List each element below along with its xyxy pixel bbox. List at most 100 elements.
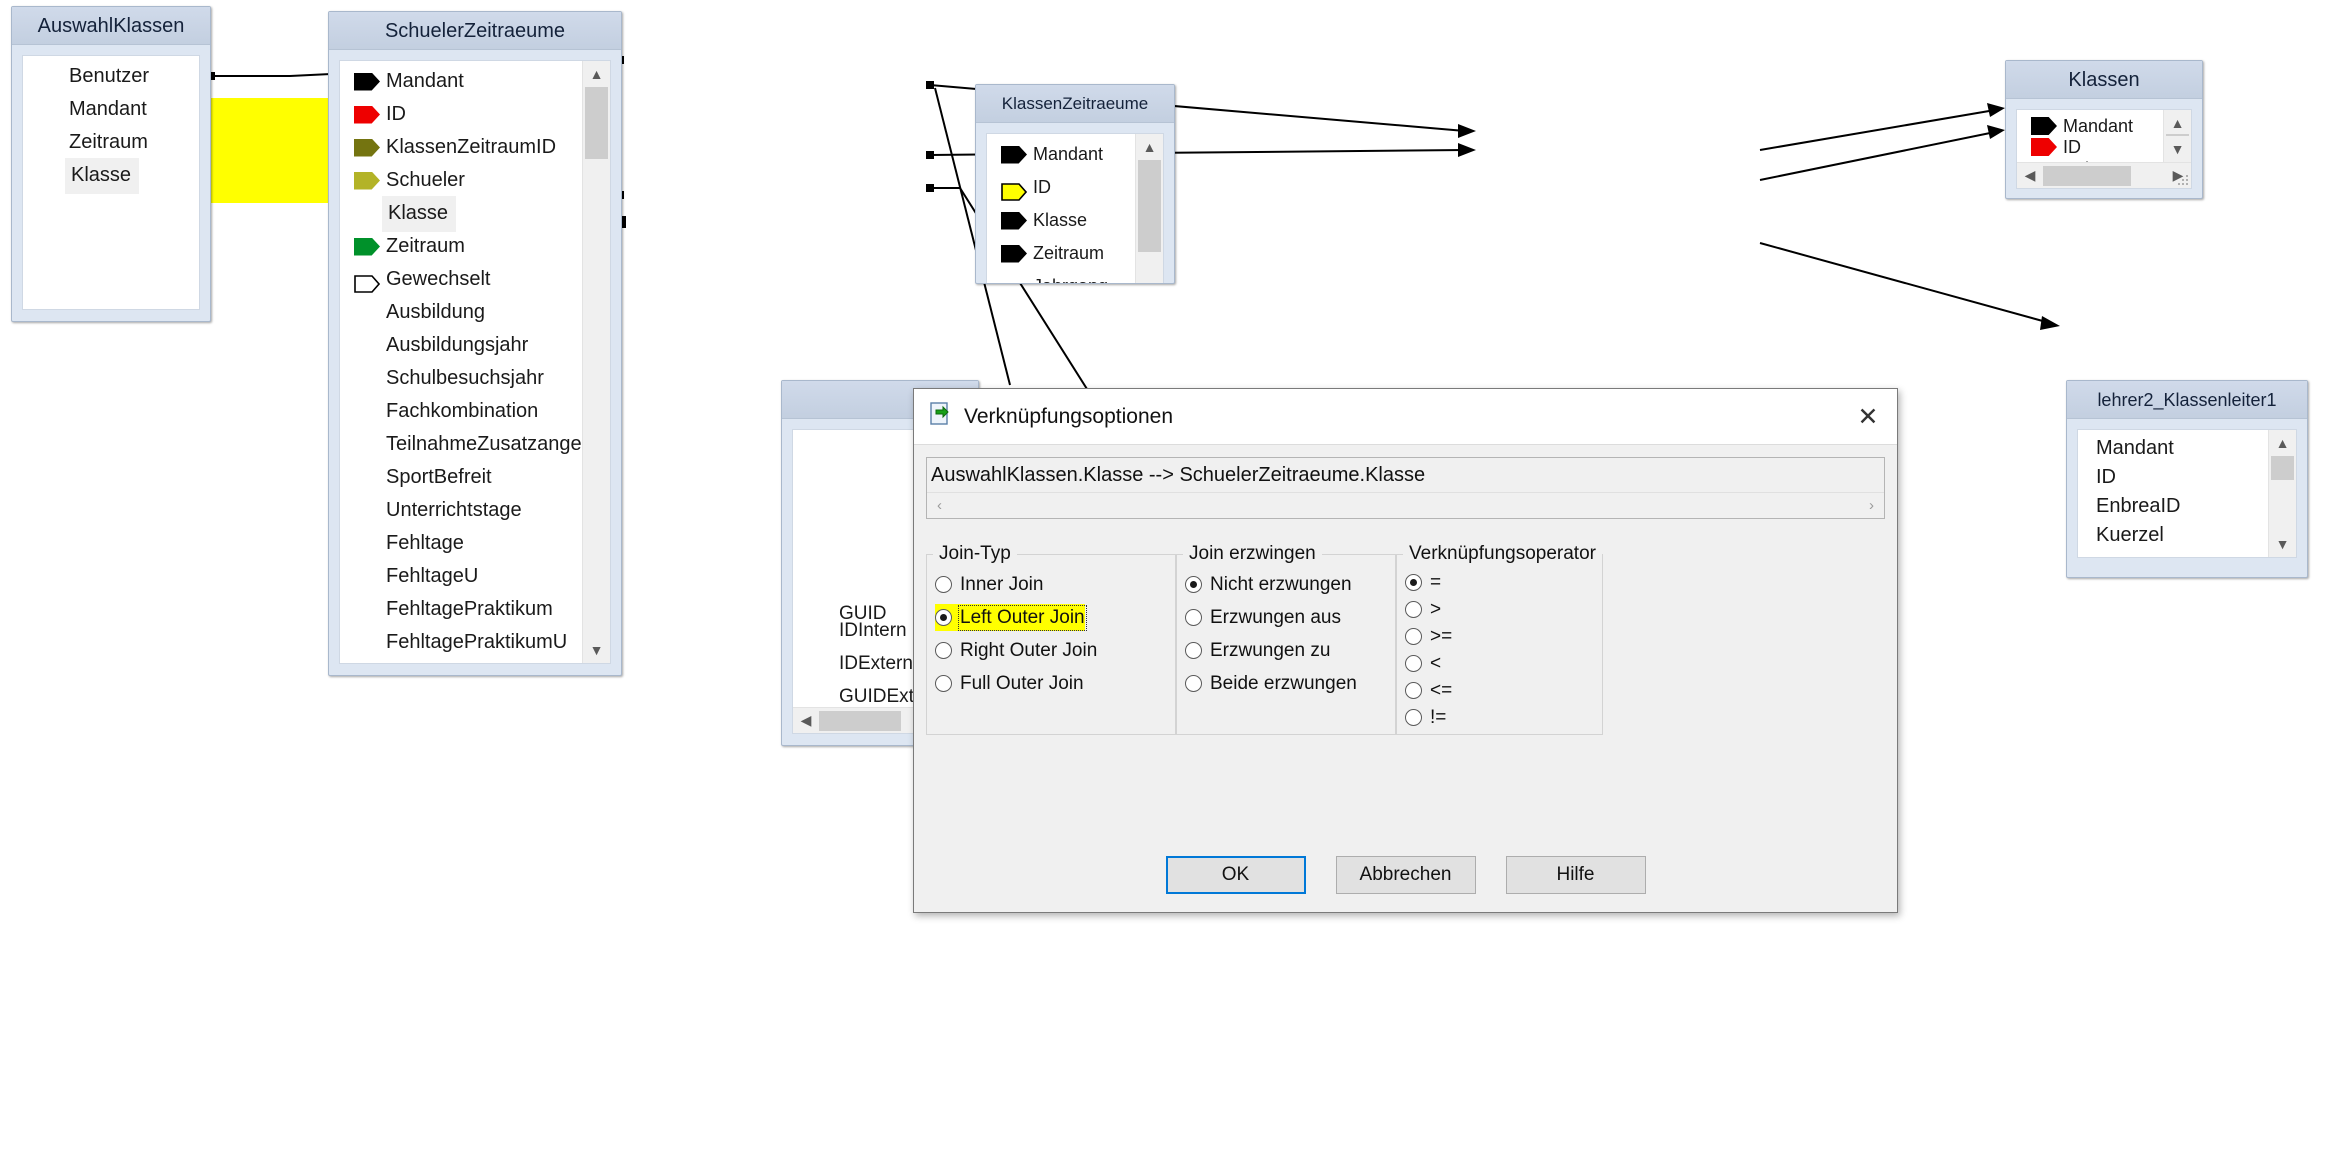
field-row[interactable]: ID bbox=[2017, 136, 2163, 158]
field-row-selected[interactable]: Klasse bbox=[340, 195, 582, 232]
field-label: Zeitraum bbox=[69, 131, 148, 153]
radio-inner-join[interactable]: Inner Join bbox=[935, 571, 1043, 598]
scroll-down-icon[interactable]: ▼ bbox=[2164, 136, 2191, 162]
field-row[interactable]: Kuerzel bbox=[2078, 521, 2268, 550]
table-title: Klassen bbox=[2006, 61, 2202, 99]
key-red-icon bbox=[2031, 138, 2057, 156]
expression-scrollbar[interactable]: ‹ › bbox=[927, 492, 1884, 518]
query-designer-canvas: AuswahlKlassen Benutzer Mandant Zeitraum… bbox=[0, 0, 2342, 1153]
field-list[interactable]: Mandant ID KlassenZeitraumID Schueler Kl… bbox=[340, 61, 582, 663]
radio-op-le[interactable]: <= bbox=[1405, 677, 1452, 704]
field-row[interactable]: FehltageU bbox=[340, 560, 582, 593]
field-label: Gewechselt bbox=[386, 268, 491, 290]
scrollbar-track[interactable] bbox=[2043, 163, 2165, 189]
scrollbar-thumb[interactable] bbox=[819, 710, 901, 731]
scrollbar-thumb[interactable] bbox=[585, 87, 608, 159]
field-row[interactable]: Gewechselt bbox=[340, 263, 582, 296]
join-expression-panel[interactable]: AuswahlKlassen.Klasse --> SchuelerZeitra… bbox=[926, 457, 1885, 519]
field-row[interactable]: Mandant bbox=[340, 65, 582, 98]
scroll-left-icon[interactable]: ◀ bbox=[2017, 163, 2043, 189]
radio-op-ne[interactable]: != bbox=[1405, 704, 1446, 731]
field-row[interactable]: Fehltage bbox=[340, 527, 582, 560]
field-list[interactable]: Mandant ID Klasse Zeitraum Jahrgang Klas… bbox=[987, 134, 1135, 283]
scroll-up-icon[interactable]: ▲ bbox=[1136, 134, 1163, 160]
scroll-down-icon[interactable]: ▼ bbox=[583, 637, 610, 663]
scroll-up-icon[interactable]: ▲ bbox=[583, 61, 610, 87]
field-row[interactable]: SportBefreit bbox=[340, 461, 582, 494]
table-window-lehrer2[interactable]: lehrer2_Klassenleiter1 Mandant ID Enbrea… bbox=[2066, 380, 2308, 578]
field-row-selected[interactable]: Klasse bbox=[23, 157, 199, 194]
field-row[interactable]: Fehlstunden bbox=[340, 659, 582, 663]
scrollbar-thumb[interactable] bbox=[2043, 165, 2131, 186]
field-row[interactable]: Mandant bbox=[23, 93, 199, 126]
field-row[interactable]: Mandant bbox=[987, 138, 1135, 171]
vertical-scrollbar[interactable]: ▲ ▼ bbox=[2163, 110, 2191, 162]
field-row[interactable]: Klasse bbox=[987, 204, 1135, 237]
radio-erzwungen-zu[interactable]: Erzwungen zu bbox=[1185, 637, 1330, 664]
radio-full-outer-join[interactable]: Full Outer Join bbox=[935, 670, 1084, 697]
field-row[interactable]: EnbreaID bbox=[2078, 492, 2268, 521]
radio-op-ge[interactable]: >= bbox=[1405, 623, 1452, 650]
field-list[interactable]: Mandant ID EnbreaID Kuerzel bbox=[2078, 430, 2268, 557]
table-window-klassenzeitraeume[interactable]: KlassenZeitraeume Mandant ID Klasse Zeit… bbox=[975, 84, 1175, 284]
radio-label: Left Outer Join bbox=[958, 604, 1087, 631]
radio-nicht-erzwungen[interactable]: Nicht erzwungen bbox=[1185, 571, 1352, 598]
close-icon[interactable]: ✕ bbox=[1845, 397, 1891, 437]
scroll-right-icon[interactable]: › bbox=[1859, 497, 1884, 514]
field-row[interactable]: Jahrgang bbox=[987, 270, 1135, 283]
field-row[interactable]: Ausbildungsjahr bbox=[340, 329, 582, 362]
cancel-button[interactable]: Abbrechen bbox=[1335, 856, 1476, 894]
radio-op-gt[interactable]: > bbox=[1405, 596, 1441, 623]
table-window-klassen[interactable]: Klassen Mandant ID EnbreaID ▲ ▼ ◀ ▶ bbox=[2005, 60, 2203, 199]
field-row[interactable]: ID bbox=[987, 171, 1135, 204]
field-row[interactable]: Mandant bbox=[2078, 434, 2268, 463]
field-row[interactable]: FehltagePraktikumU bbox=[340, 626, 582, 659]
field-row[interactable]: Zeitraum bbox=[23, 126, 199, 159]
vertical-scrollbar[interactable]: ▲ ▼ bbox=[582, 61, 610, 663]
radio-erzwungen-aus[interactable]: Erzwungen aus bbox=[1185, 604, 1341, 631]
horizontal-scrollbar[interactable]: ◀ ▶ bbox=[2017, 162, 2191, 188]
field-label: Benutzer bbox=[69, 65, 150, 87]
radio-op-eq[interactable]: = bbox=[1405, 569, 1441, 596]
field-row[interactable]: FehltagePraktikum bbox=[340, 593, 582, 626]
radio-right-outer-join[interactable]: Right Outer Join bbox=[935, 637, 1097, 664]
scroll-left-icon[interactable]: ‹ bbox=[927, 497, 952, 514]
resize-grip-icon[interactable] bbox=[2177, 174, 2189, 186]
radio-op-lt[interactable]: < bbox=[1405, 650, 1441, 677]
field-row[interactable]: Benutzer bbox=[23, 60, 199, 93]
scroll-up-icon[interactable]: ▲ bbox=[2164, 110, 2191, 136]
vertical-scrollbar[interactable]: ▲ ▼ bbox=[2268, 430, 2296, 557]
field-row[interactable]: Ausbildung bbox=[340, 296, 582, 329]
radio-beide-erzwungen[interactable]: Beide erzwungen bbox=[1185, 670, 1357, 697]
scroll-left-icon[interactable]: ◀ bbox=[793, 708, 819, 734]
field-row[interactable]: Mandant bbox=[2017, 114, 2163, 136]
table-window-auswahlklassen[interactable]: AuswahlKlassen Benutzer Mandant Zeitraum… bbox=[11, 6, 211, 322]
scroll-down-icon[interactable]: ▼ bbox=[2269, 531, 2296, 557]
field-row[interactable]: ID bbox=[340, 98, 582, 131]
field-list[interactable]: Benutzer Mandant Zeitraum Klasse bbox=[23, 56, 199, 309]
radio-left-outer-join[interactable]: Left Outer Join bbox=[935, 604, 1087, 631]
field-row[interactable]: KlassenZeitraumID bbox=[340, 131, 582, 164]
help-button[interactable]: Hilfe bbox=[1505, 856, 1646, 894]
group-join-type: Join-Typ Inner Join Left Outer Join Righ… bbox=[926, 543, 1176, 735]
field-row[interactable]: Unterrichtstage bbox=[340, 494, 582, 527]
field-row[interactable]: TeilnahmeZusatzangebot bbox=[340, 428, 582, 461]
table-window-schuelerzeitraeume[interactable]: SchuelerZeitraeume Mandant ID KlassenZei… bbox=[328, 11, 622, 676]
scrollbar-thumb[interactable] bbox=[2271, 456, 2294, 480]
field-row[interactable]: Schueler bbox=[340, 164, 582, 197]
field-row[interactable]: ID bbox=[2078, 463, 2268, 492]
vertical-scrollbar[interactable]: ▲ bbox=[1135, 134, 1163, 283]
field-row[interactable]: Fachkombination bbox=[340, 395, 582, 428]
field-row[interactable]: Zeitraum bbox=[340, 230, 582, 263]
table-field-area: Mandant ID Klasse Zeitraum Jahrgang Klas… bbox=[986, 133, 1164, 283]
ok-button[interactable]: OK bbox=[1165, 856, 1306, 894]
field-list[interactable]: Mandant ID EnbreaID bbox=[2017, 110, 2163, 162]
radio-circle-icon bbox=[1405, 682, 1422, 699]
join-options-dialog[interactable]: Verknüpfungsoptionen ✕ AuswahlKlassen.Kl… bbox=[913, 388, 1898, 913]
field-row[interactable]: Schulbesuchsjahr bbox=[340, 362, 582, 395]
radio-circle-icon bbox=[1405, 655, 1422, 672]
scroll-up-icon[interactable]: ▲ bbox=[2269, 430, 2296, 456]
scrollbar-thumb[interactable] bbox=[1138, 160, 1161, 252]
field-row[interactable]: Zeitraum bbox=[987, 237, 1135, 270]
radio-label: <= bbox=[1430, 679, 1453, 701]
